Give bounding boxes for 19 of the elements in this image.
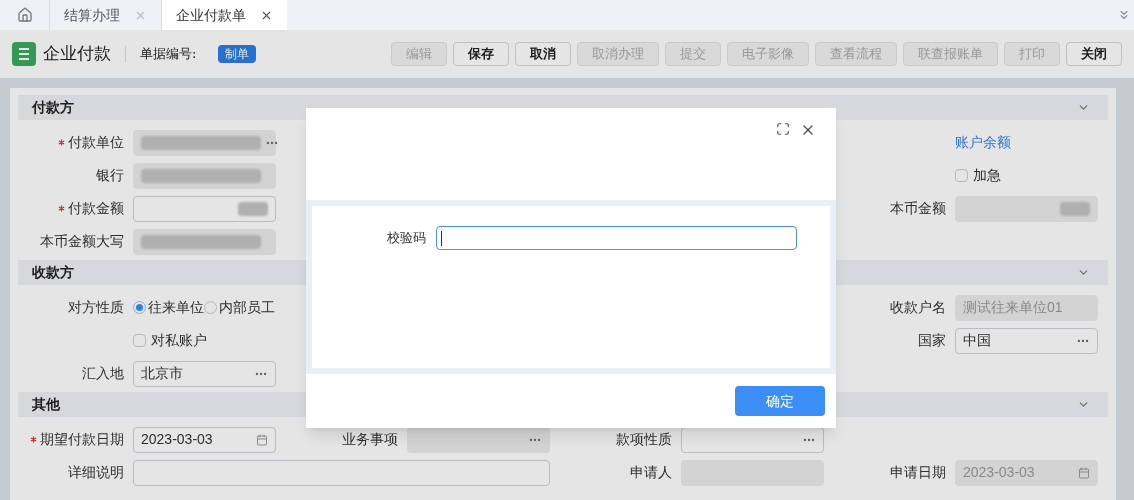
field-label: 国家: [918, 331, 946, 350]
field-label: 本币金额: [890, 199, 946, 218]
status-badge: 制单: [218, 45, 257, 63]
field-label: 申请人: [630, 463, 672, 482]
field-label: 款项性质: [616, 430, 672, 449]
field-label: 付款单位: [68, 133, 124, 152]
field-label: 本币金额大写: [40, 232, 124, 251]
field-label: 收款户名: [890, 298, 946, 317]
field-label: 详细说明: [68, 463, 124, 482]
field-label: 业务事项: [342, 430, 398, 449]
field-label: 校验码: [386, 229, 427, 247]
field-label: 银行: [96, 166, 124, 185]
field-label: 申请日期: [890, 463, 946, 482]
field-label: 付款金额: [68, 199, 124, 218]
field-label: 汇入地: [82, 364, 124, 383]
document-number-label: 单据编号:: [140, 45, 197, 64]
page-title: 企业付款: [43, 42, 111, 66]
field-label: 期望付款日期: [40, 430, 124, 449]
field-label: 对方性质: [68, 298, 124, 317]
